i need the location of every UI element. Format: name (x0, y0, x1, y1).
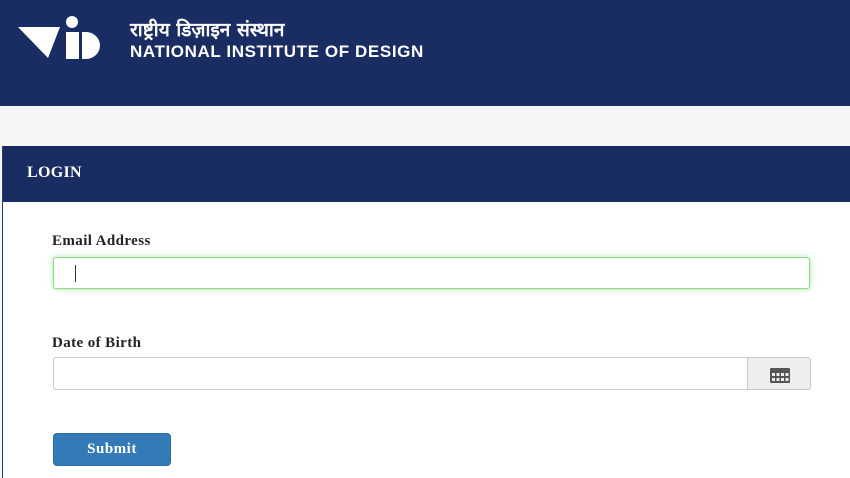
text-caret (75, 265, 76, 282)
login-panel: LOGIN Email Address Date of Birth Submit (2, 146, 850, 478)
calendar-icon (770, 368, 790, 383)
brand-name-english: NATIONAL INSTITUTE OF DESIGN (130, 42, 424, 61)
nid-logo-icon (18, 16, 100, 59)
calendar-button[interactable] (747, 357, 811, 390)
dob-label: Date of Birth (52, 335, 142, 351)
submit-button[interactable]: Submit (53, 433, 171, 466)
dob-input[interactable] (53, 357, 747, 390)
dob-input-group (53, 357, 811, 390)
email-label: Email Address (52, 233, 151, 249)
email-input[interactable] (53, 257, 810, 289)
login-title: LOGIN (27, 164, 82, 181)
brand-name-hindi: राष्ट्रीय डिज़ाइन संस्थान (130, 19, 285, 41)
login-panel-heading: LOGIN (3, 146, 850, 202)
site-header: राष्ट्रीय डिज़ाइन संस्थान NATIONAL INSTI… (0, 0, 850, 106)
